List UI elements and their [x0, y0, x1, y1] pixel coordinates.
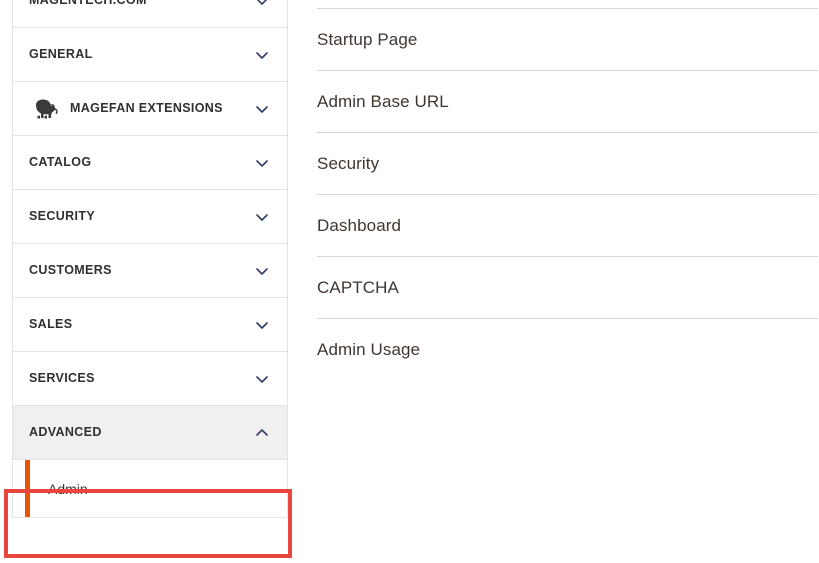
chevron-down-icon[interactable] [255, 0, 269, 8]
settings-row-label: Admin Base URL [317, 92, 449, 111]
chevron-down-icon[interactable] [255, 372, 269, 386]
chevron-down-icon[interactable] [255, 156, 269, 170]
section-header: ADVANCED [13, 406, 287, 459]
sidebar-section-label: SERVICES [29, 371, 95, 386]
selected-accent-bar [25, 460, 30, 517]
section-header: SECURITY [13, 190, 287, 243]
sidebar-section-label: SALES [29, 317, 73, 332]
magefan-elephant-logo-icon [29, 97, 61, 121]
chevron-down-icon[interactable] [255, 318, 269, 332]
config-sidebar: MAGENTECH.COM GENERAL MAGEFAN EXTENSIONS… [12, 0, 288, 518]
sidebar-subitem-label: Admin [48, 480, 88, 497]
settings-row-captcha[interactable]: CAPTCHA [317, 256, 818, 318]
sidebar-section-label: MAGEFAN EXTENSIONS [70, 101, 223, 116]
section-header: SALES [13, 298, 287, 351]
settings-row-admin-usage[interactable]: Admin Usage [317, 318, 818, 380]
section-header: CUSTOMERS [13, 244, 287, 297]
sidebar-section-services[interactable]: SERVICES [13, 352, 287, 406]
sidebar-section-general[interactable]: GENERAL [13, 28, 287, 82]
section-header: MAGENTECH.COM [13, 0, 287, 27]
chevron-down-icon[interactable] [255, 102, 269, 116]
sidebar-section-label: SECURITY [29, 209, 96, 224]
settings-row-label: Admin Usage [317, 340, 421, 359]
page-root: MAGENTECH.COM GENERAL MAGEFAN EXTENSIONS… [0, 0, 819, 563]
sidebar-section-label: GENERAL [29, 47, 93, 62]
sidebar-section-magefan-extensions[interactable]: MAGEFAN EXTENSIONS [13, 82, 287, 136]
settings-row-dashboard[interactable]: Dashboard [317, 194, 818, 256]
chevron-up-icon[interactable] [255, 426, 269, 440]
sidebar-section-sales[interactable]: SALES [13, 298, 287, 352]
settings-row-admin-base-url[interactable]: Admin Base URL [317, 70, 818, 132]
sidebar-section-security[interactable]: SECURITY [13, 190, 287, 244]
sidebar-section-label: CATALOG [29, 155, 92, 170]
section-header: SERVICES [13, 352, 287, 405]
sidebar-section-customers[interactable]: CUSTOMERS [13, 244, 287, 298]
sidebar-section-label: ADVANCED [29, 425, 102, 440]
sidebar-section-catalog[interactable]: CATALOG [13, 136, 287, 190]
section-header: CATALOG [13, 136, 287, 189]
admin-settings-panel: Startup Page Admin Base URL Security Das… [317, 8, 818, 380]
section-header: GENERAL [13, 28, 287, 81]
settings-row-label: Security [317, 154, 380, 173]
settings-row-label: Dashboard [317, 216, 402, 235]
sidebar-section-label: MAGENTECH.COM [29, 0, 147, 8]
settings-row-security[interactable]: Security [317, 132, 818, 194]
sidebar-section-advanced[interactable]: ADVANCED [13, 406, 287, 460]
settings-row-label: Startup Page [317, 30, 418, 49]
chevron-down-icon[interactable] [255, 210, 269, 224]
sidebar-section-label: CUSTOMERS [29, 263, 112, 278]
chevron-down-icon[interactable] [255, 264, 269, 278]
settings-row-label: CAPTCHA [317, 278, 399, 297]
sidebar-subitem-admin[interactable]: Admin [13, 460, 287, 518]
section-header: MAGEFAN EXTENSIONS [13, 82, 287, 135]
sidebar-section-magentech[interactable]: MAGENTECH.COM [13, 0, 287, 28]
chevron-down-icon[interactable] [255, 48, 269, 62]
settings-row-startup-page[interactable]: Startup Page [317, 8, 818, 70]
